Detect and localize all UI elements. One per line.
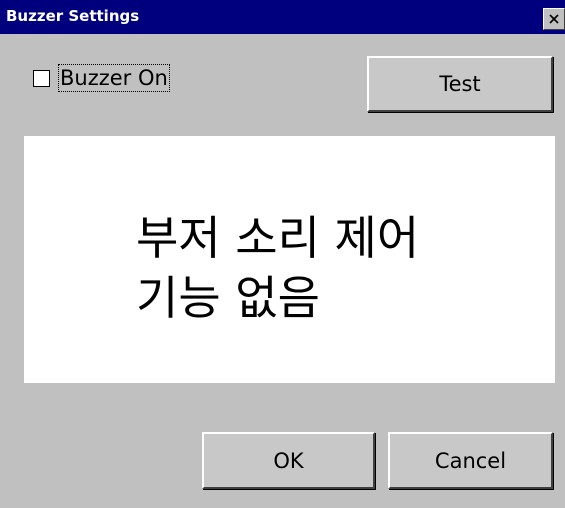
title-bar: Buzzer Settings: [0, 0, 565, 34]
message-text: 부저 소리 제어 기능 없음: [136, 211, 420, 325]
window-title: Buzzer Settings: [6, 7, 140, 25]
test-button[interactable]: Test: [367, 56, 553, 112]
cancel-button[interactable]: Cancel: [388, 432, 553, 489]
message-panel: 부저 소리 제어 기능 없음: [24, 136, 555, 383]
checkbox-icon[interactable]: [33, 69, 50, 87]
buzzer-settings-dialog: Buzzer Settings Buzzer On Test 부저 소리 제어 …: [0, 0, 565, 508]
close-button[interactable]: [543, 8, 565, 30]
buzzer-on-checkbox[interactable]: Buzzer On: [33, 63, 170, 93]
ok-button[interactable]: OK: [202, 432, 375, 489]
buzzer-on-label: Buzzer On: [58, 64, 170, 92]
close-icon: [548, 13, 560, 25]
